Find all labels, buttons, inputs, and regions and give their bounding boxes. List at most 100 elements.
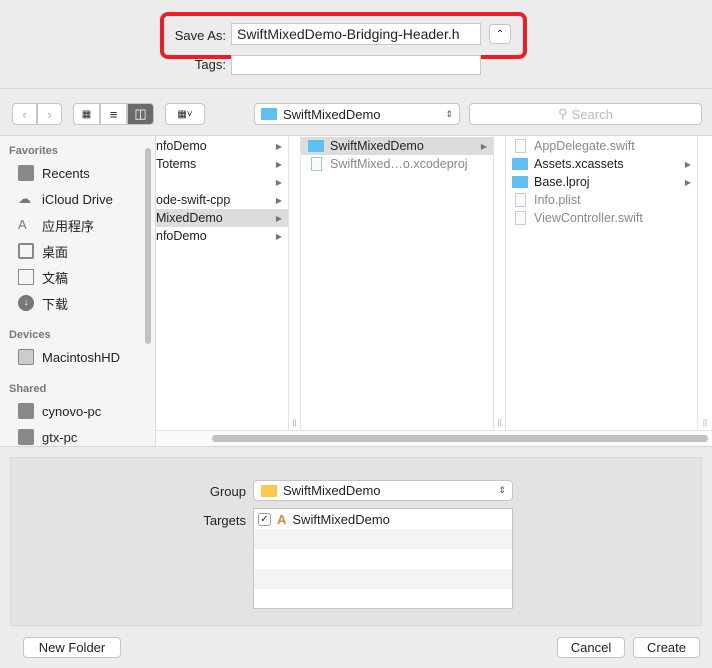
disclosure-arrow-icon: ▶ (275, 231, 282, 241)
sidebar-item-label: MacintoshHD (42, 349, 121, 365)
column-row[interactable]: Assets.xcassets ▶ (506, 155, 697, 173)
sidebar-item-applications[interactable]: A 应用程序 (18, 214, 94, 236)
column-view-button[interactable]: ◫ (127, 103, 154, 125)
disclosure-arrow-icon: ▶ (480, 141, 487, 151)
column-row[interactable]: nfoDemo ▶ (156, 137, 288, 155)
targets-list: ✓ A SwiftMixedDemo (253, 508, 513, 609)
path-popup[interactable]: SwiftMixedDemo ⇕ (254, 103, 460, 125)
row-label: ode-swift-cpp (156, 193, 231, 207)
sidebar-item-label: 下载 (42, 296, 69, 312)
create-button[interactable]: Create (633, 637, 700, 658)
sidebar-item-recents[interactable]: Recents (18, 162, 90, 184)
collapse-button[interactable]: ⌃ (489, 24, 511, 44)
column-row[interactable]: Base.lproj ▶ (506, 173, 697, 191)
disclosure-arrow-icon: ▶ (275, 177, 282, 187)
grid-icon: ▦ (81, 108, 92, 120)
updown-icon: ⇕ (498, 485, 506, 495)
column-row-selected[interactable]: MixedDemo ▶ (156, 209, 288, 227)
sidebar-item-label: 文稿 (42, 270, 69, 286)
arrange-icon: ▦˅ (177, 108, 193, 120)
group-popup[interactable]: SwiftMixedDemo ⇕ (253, 480, 513, 501)
swift-file-icon (515, 211, 526, 225)
list-stripe (254, 529, 512, 549)
group-label: Group (209, 484, 246, 499)
column-row[interactable]: nfoDemo ▶ (156, 227, 288, 245)
chevron-left-icon: ‹ (22, 106, 27, 122)
sidebar-item-label: 桌面 (42, 244, 69, 260)
back-button[interactable]: ‹ (12, 103, 37, 125)
icon-view-button[interactable]: ▦ (73, 103, 100, 125)
sidebar-item-macintoshhd[interactable]: MacintoshHD (18, 346, 120, 368)
cancel-button[interactable]: Cancel (557, 637, 625, 658)
shared-header: Shared (9, 383, 47, 395)
targets-label: Targets (203, 513, 246, 528)
divider (0, 446, 712, 447)
applications-icon: A (18, 217, 27, 232)
disk-icon (18, 349, 34, 365)
column-row[interactable]: Totems ▶ (156, 155, 288, 173)
arrange-button[interactable]: ▦˅ (165, 103, 205, 125)
sidebar-item-gtx-pc[interactable]: gtx-pc (18, 426, 77, 448)
forward-button[interactable]: › (37, 103, 62, 125)
column-row[interactable]: ▶ (156, 173, 288, 191)
monitor-icon (18, 429, 34, 445)
browser-column-3: AppDelegate.swift Assets.xcassets ▶ Base.… (506, 136, 697, 430)
sidebar-item-desktop[interactable]: 桌面 (18, 240, 68, 262)
disclosure-arrow-icon: ▶ (684, 177, 691, 187)
search-placeholder: Search (571, 106, 613, 122)
column-row[interactable]: Info.plist (506, 191, 697, 209)
column-row[interactable]: AppDelegate.swift (506, 137, 697, 155)
chevron-right-icon: › (47, 106, 52, 122)
download-icon: ↓ (18, 295, 34, 311)
columns-icon: ◫ (134, 106, 147, 121)
target-checkbox[interactable]: ✓ (258, 512, 271, 526)
tags-label: Tags: (194, 57, 226, 72)
browser-column-1: nfoDemo ▶ Totems ▶ ▶ ode-swift-cpp ▶ MixedD… (156, 136, 288, 430)
row-label: nfoDemo (156, 229, 207, 243)
sidebar-item-icloud[interactable]: ☁ iCloud Drive (18, 188, 113, 210)
folder-icon (261, 484, 277, 497)
sidebar-item-downloads[interactable]: ↓ 下载 (18, 292, 68, 314)
devices-header: Devices (9, 329, 51, 341)
folder-icon (512, 176, 528, 188)
sidebar-item-documents[interactable]: 文稿 (18, 266, 68, 288)
documents-icon (18, 269, 34, 285)
list-stripe (254, 569, 512, 589)
sidebar-item-label: 应用程序 (42, 218, 95, 234)
horizontal-scrollbar[interactable] (212, 435, 708, 442)
recents-icon (18, 165, 34, 181)
sidebar-item-label: cynovo-pc (42, 403, 102, 419)
row-label: AppDelegate.swift (534, 139, 635, 153)
folder-icon (261, 108, 277, 120)
tags-input[interactable] (231, 55, 481, 75)
search-field[interactable]: ⚲ Search (469, 103, 702, 125)
plist-file-icon (515, 193, 526, 207)
column-row-selected[interactable]: SwiftMixedDemo ▶ (301, 137, 493, 155)
column-row[interactable]: ode-swift-cpp ▶ (156, 191, 288, 209)
row-label: nfoDemo (156, 139, 207, 153)
row-label: Info.plist (534, 193, 581, 207)
sidebar-scrollbar[interactable] (145, 148, 151, 344)
disclosure-arrow-icon: ▶ (275, 141, 282, 151)
target-row[interactable]: ✓ A SwiftMixedDemo (254, 509, 512, 529)
column-resize-handle[interactable]: || (697, 136, 712, 430)
sidebar: Favorites Recents ☁ iCloud Drive A 应用程序 桌面… (0, 136, 155, 446)
list-icon: ≡ (109, 106, 118, 122)
column-resize-handle[interactable]: || (288, 136, 301, 430)
column-row[interactable]: ViewController.swift (506, 209, 697, 227)
xcodeproj-icon (311, 157, 322, 171)
column-row[interactable]: SwiftMixed…o.xcodeproj (301, 155, 493, 173)
row-label: MixedDemo (156, 211, 223, 225)
list-view-button[interactable]: ≡ (100, 103, 127, 125)
folder-icon (512, 158, 528, 170)
row-label: Totems (156, 157, 197, 171)
disclosure-arrow-icon: ▶ (684, 159, 691, 169)
sidebar-item-cynovo-pc[interactable]: cynovo-pc (18, 400, 101, 422)
save-as-input[interactable]: SwiftMixedDemo-Bridging-Header.h (231, 23, 481, 45)
favorites-header: Favorites (9, 145, 58, 157)
new-folder-button[interactable]: New Folder (23, 637, 121, 658)
monitor-icon (18, 403, 34, 419)
disclosure-arrow-icon: ▶ (275, 213, 282, 223)
column-resize-handle[interactable]: || (493, 136, 506, 430)
updown-icon: ⇕ (445, 108, 453, 119)
